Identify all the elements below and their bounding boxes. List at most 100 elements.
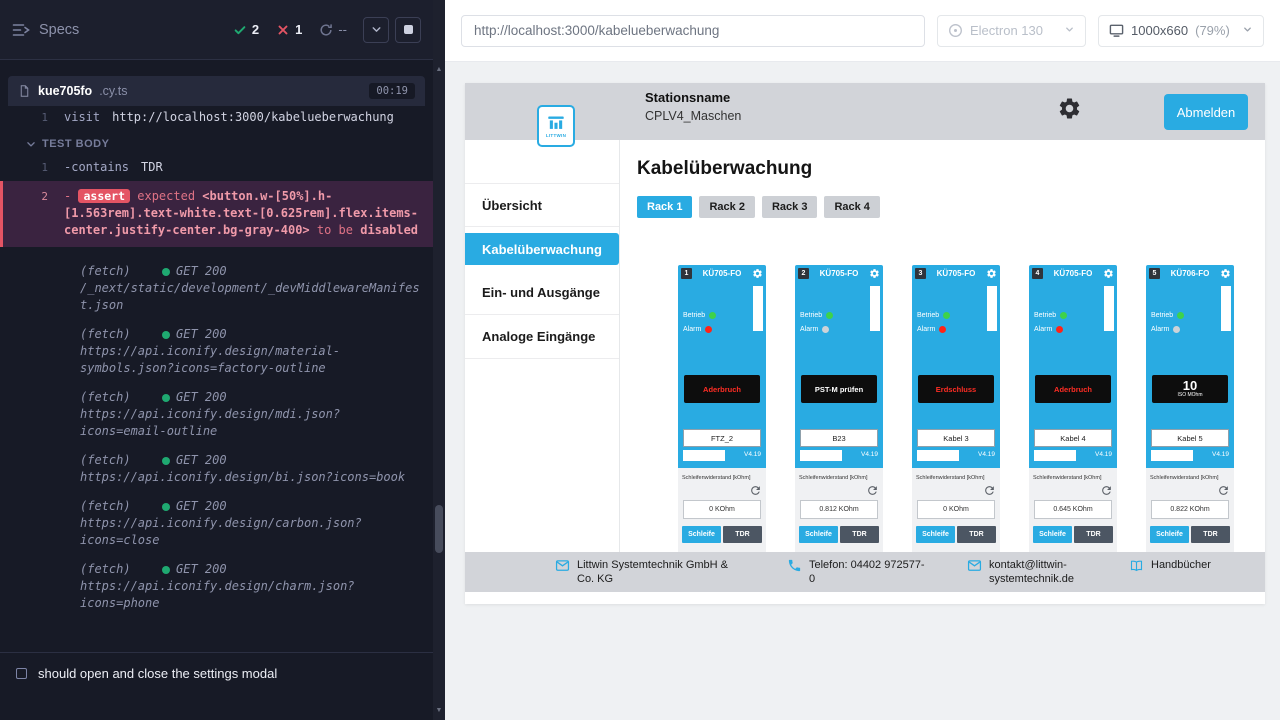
assert-badge: assert (78, 189, 130, 203)
footer-item[interactable]: Telefon: 04402 972577-0 (787, 558, 927, 586)
level-indicator (753, 286, 763, 331)
network-log-entry[interactable]: (fetch)GET 200https://api.iconify.design… (0, 555, 433, 618)
footer-item: Littwin Systemtechnik GmbH & Co. KG (555, 558, 747, 586)
check-icon (233, 23, 247, 37)
footer-text: Telefon: 04402 972577-0 (809, 558, 927, 586)
scrollbar-thumb[interactable] (435, 505, 443, 553)
sidebar-item[interactable]: Übersicht (465, 183, 619, 227)
electron-icon (948, 23, 963, 38)
station-label: Stationsname (645, 90, 741, 105)
tdr-button[interactable]: TDR (1191, 526, 1230, 543)
tdr-button[interactable]: TDR (957, 526, 996, 543)
device-card: 1KÜ705-FOBetriebAlarmAderbruchFTZ_2V4.19… (678, 265, 766, 552)
alarm-label: Alarm (1151, 326, 1169, 333)
status-text: 10 (1183, 380, 1197, 392)
failed-stat[interactable]: 1 (276, 22, 302, 37)
tdr-button[interactable]: TDR (1074, 526, 1113, 543)
pending-stat[interactable]: -- (319, 22, 347, 37)
cypress-reporter: Specs 2 1 -- (0, 0, 433, 720)
level-indicator (1221, 286, 1231, 331)
spec-header[interactable]: kue705fo.cy.ts 00:19 (8, 76, 425, 106)
gear-icon[interactable] (1220, 268, 1231, 279)
logout-button[interactable]: Abmelden (1164, 94, 1248, 130)
schleife-button[interactable]: Schleife (799, 526, 838, 543)
rack-tab[interactable]: Rack 4 (824, 196, 879, 218)
footer-item[interactable]: Handbücher (1129, 558, 1241, 573)
sidebar-item[interactable]: Analoge Eingänge (465, 315, 619, 359)
status-display: Erdschluss (918, 375, 994, 403)
device-model-label: KÜ705-FO (928, 269, 984, 278)
device-number-badge: 5 (1149, 268, 1160, 279)
network-log-entry[interactable]: (fetch)GET 200https://api.iconify.design… (0, 492, 433, 555)
rack-tabs: Rack 1 Rack 2 Rack 3 Rack 4 (637, 196, 880, 218)
next-test-row[interactable]: should open and close the settings modal (0, 652, 433, 720)
sidebar-item[interactable]: Kabelüberwachung (465, 233, 619, 265)
device-model-label: KÜ706-FO (1162, 269, 1218, 278)
tdr-button[interactable]: TDR (840, 526, 879, 543)
device-card: 3KÜ705-FOBetriebAlarmErdschlussKabel 3V4… (912, 265, 1000, 552)
device-card: 5KÜ706-FOBetriebAlarm10ISO MOhmKabel 5V4… (1146, 265, 1234, 552)
status-display: PST-M prüfen (801, 375, 877, 403)
alarm-led (1056, 326, 1063, 333)
refresh-icon[interactable] (1217, 484, 1230, 497)
reporter-scrollbar[interactable]: ▲ ▼ (433, 0, 445, 720)
littwin-logo: LITTWIN (537, 105, 575, 147)
scroll-down-arrow[interactable]: ▼ (433, 703, 445, 718)
specs-menu-button[interactable]: Specs (12, 22, 79, 38)
network-log-entry[interactable]: (fetch)GET 200https://api.iconify.design… (0, 446, 433, 492)
schleife-button[interactable]: Schleife (916, 526, 955, 543)
test-body-toggle[interactable]: TEST BODY (0, 129, 433, 156)
command-contains[interactable]: 1 -contains TDR (0, 156, 433, 179)
gear-icon[interactable] (869, 268, 880, 279)
tdr-button[interactable]: TDR (723, 526, 762, 543)
value-display (800, 450, 842, 461)
gear-icon[interactable] (1103, 268, 1114, 279)
refresh-icon[interactable] (866, 484, 879, 497)
browser-select[interactable]: Electron 130 (937, 15, 1086, 47)
footer-item[interactable]: kontakt@littwin-systemtechnik.de (967, 558, 1089, 586)
aut-url-input[interactable] (461, 15, 925, 47)
resistance-value: 0.812 KOhm (800, 500, 878, 519)
betrieb-led (1177, 312, 1184, 319)
passed-stat[interactable]: 2 (233, 22, 259, 37)
schleife-button[interactable]: Schleife (1150, 526, 1189, 543)
viewport-icon (1109, 23, 1124, 38)
spec-extension: .cy.ts (99, 84, 127, 98)
rack-tab[interactable]: Rack 2 (699, 196, 754, 218)
reporter-header: Specs 2 1 -- (0, 0, 433, 60)
footer-text: Littwin Systemtechnik GmbH & Co. KG (577, 558, 747, 586)
status-dot (162, 457, 170, 465)
viewport-select[interactable]: 1000x660 (79%) (1098, 15, 1264, 47)
rack-tab[interactable]: Rack 3 (762, 196, 817, 218)
network-log-entry[interactable]: (fetch)GET 200https://api.iconify.design… (0, 320, 433, 383)
request-url: https://api.iconify.design/mdi.json?icon… (80, 406, 422, 440)
gear-icon[interactable] (986, 268, 997, 279)
cable-name: B23 (800, 429, 878, 447)
scroll-up-arrow[interactable]: ▲ (433, 62, 445, 77)
device-number-badge: 2 (798, 268, 809, 279)
failed-assert-command[interactable]: 2 - assert expected <button.w-[50%].h-[1… (0, 181, 433, 247)
browser-label: Electron 130 (970, 23, 1043, 38)
schleife-button[interactable]: Schleife (1033, 526, 1072, 543)
gear-icon[interactable] (752, 268, 763, 279)
passed-count: 2 (252, 22, 259, 37)
page-title: Kabelüberwachung (637, 158, 812, 180)
network-log-entry[interactable]: (fetch)GET 200https://api.iconify.design… (0, 383, 433, 446)
rack-tab[interactable]: Rack 1 (637, 196, 692, 218)
status-display: Aderbruch (1035, 375, 1111, 403)
app-header: Stationsname CPLV4_Maschen Abmelden (465, 83, 1265, 140)
network-log-entry[interactable]: (fetch)GET 200/_next/static/development/… (0, 257, 433, 320)
refresh-icon[interactable] (983, 484, 996, 497)
refresh-icon[interactable] (1100, 484, 1113, 497)
status-text: Aderbruch (703, 385, 741, 394)
stop-button[interactable] (395, 17, 421, 43)
pending-count: -- (338, 22, 347, 37)
schleife-button[interactable]: Schleife (682, 526, 721, 543)
status-dot (162, 331, 170, 339)
refresh-icon[interactable] (749, 484, 762, 497)
command-visit[interactable]: 1 visit http://localhost:3000/kabelueber… (0, 106, 433, 129)
collapse-button[interactable] (363, 17, 389, 43)
sidebar-item[interactable]: Ein- und Ausgänge (465, 271, 619, 315)
settings-gear-icon[interactable] (1057, 96, 1083, 122)
command-arg: TDR (141, 159, 163, 176)
